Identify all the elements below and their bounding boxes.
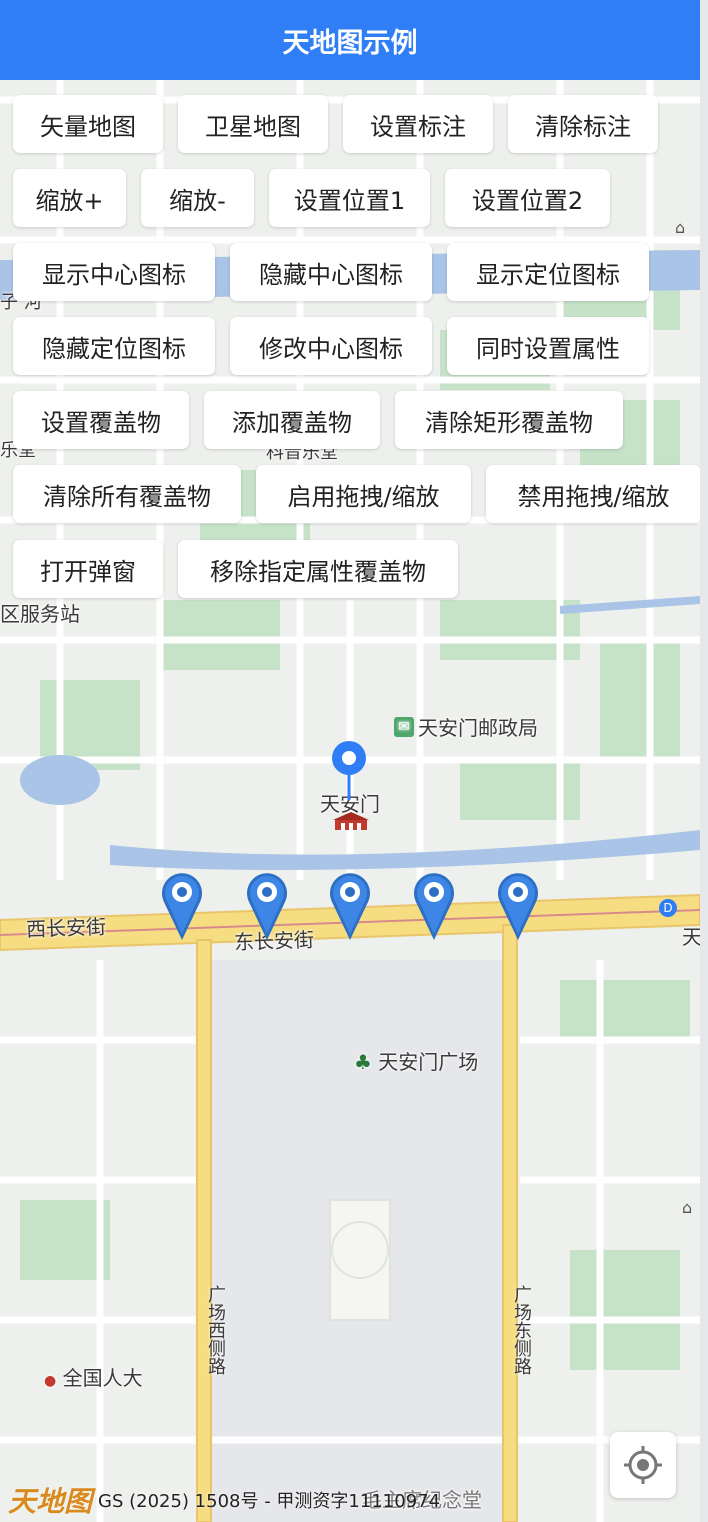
- map-label-west-road: 广场西侧路: [205, 1285, 226, 1375]
- add-overlay-button[interactable]: 添加覆盖物: [204, 391, 380, 449]
- map-label-east-road: 广场东侧路: [511, 1285, 532, 1375]
- scrollbar[interactable]: [700, 0, 708, 1522]
- zoom-out-button[interactable]: 缩放-: [141, 169, 254, 227]
- map-pin-icon[interactable]: [245, 868, 289, 940]
- post-office-icon: ✉: [394, 716, 414, 737]
- map-footer: 天地图 GS (2025) 1508号 - 甲测资字11110974: [8, 1480, 440, 1520]
- locate-button[interactable]: [610, 1432, 676, 1498]
- map-pin-icon[interactable]: [496, 868, 540, 940]
- tree-icon: ♣: [354, 1050, 372, 1074]
- tiananmen-gate-icon: [333, 812, 369, 830]
- map-label-post-office: 天安门邮政局: [418, 716, 538, 740]
- open-popup-button[interactable]: 打开弹窗: [13, 540, 163, 598]
- show-center-icon-button[interactable]: 显示中心图标: [13, 243, 215, 301]
- map-label-square: 天安门广场: [378, 1050, 479, 1074]
- vector-map-button[interactable]: 矢量地图: [13, 95, 163, 153]
- tianditu-logo: 天地图: [8, 1485, 93, 1518]
- map-label-npc-group: ● 全国人大: [44, 1362, 143, 1391]
- landmark-icon: ⌂: [682, 1198, 693, 1217]
- poi-dot-icon: ●: [44, 1373, 57, 1389]
- map-label-service-station: 区服务站: [0, 602, 80, 626]
- clear-annotation-button[interactable]: 清除标注: [508, 95, 658, 153]
- map-label-npc: 全国人大: [62, 1366, 143, 1390]
- remove-overlay-by-attr-button[interactable]: 移除指定属性覆盖物: [178, 540, 458, 598]
- map-label-post-office-group: ✉ 天安门邮政局: [394, 712, 538, 741]
- zoom-in-button[interactable]: 缩放+: [13, 169, 126, 227]
- map-pin-icon[interactable]: [412, 868, 456, 940]
- crosshair-icon: [624, 1446, 662, 1484]
- set-annotation-button[interactable]: 设置标注: [343, 95, 493, 153]
- metro-icon: D: [659, 899, 677, 917]
- enable-drag-zoom-button[interactable]: 启用拖拽/缩放: [256, 465, 471, 523]
- map-pin-icon[interactable]: [328, 868, 372, 940]
- show-location-icon-button[interactable]: 显示定位图标: [447, 243, 649, 301]
- copyright-text: GS (2025) 1508号 - 甲测资字11110974: [98, 1491, 441, 1512]
- hide-center-icon-button[interactable]: 隐藏中心图标: [230, 243, 432, 301]
- page-title: 天地图示例: [0, 0, 700, 80]
- set-attributes-button[interactable]: 同时设置属性: [447, 317, 649, 375]
- clear-all-overlays-button[interactable]: 清除所有覆盖物: [13, 465, 241, 523]
- disable-drag-zoom-button[interactable]: 禁用拖拽/缩放: [486, 465, 701, 523]
- map-label-west-changan: 西长安街: [25, 914, 107, 942]
- change-center-icon-button[interactable]: 修改中心图标: [230, 317, 432, 375]
- landmark-icon: ⌂: [675, 218, 686, 237]
- center-marker-icon[interactable]: [331, 740, 367, 800]
- satellite-map-button[interactable]: 卫星地图: [178, 95, 328, 153]
- set-overlay-button[interactable]: 设置覆盖物: [13, 391, 189, 449]
- set-position-1-button[interactable]: 设置位置1: [269, 169, 430, 227]
- map-pin-icon[interactable]: [160, 868, 204, 940]
- map-label-square-group: ♣ 天安门广场: [354, 1046, 478, 1075]
- clear-rect-overlay-button[interactable]: 清除矩形覆盖物: [395, 391, 623, 449]
- map-label-right-edge: 天: [682, 925, 702, 949]
- hide-location-icon-button[interactable]: 隐藏定位图标: [13, 317, 215, 375]
- set-position-2-button[interactable]: 设置位置2: [445, 169, 610, 227]
